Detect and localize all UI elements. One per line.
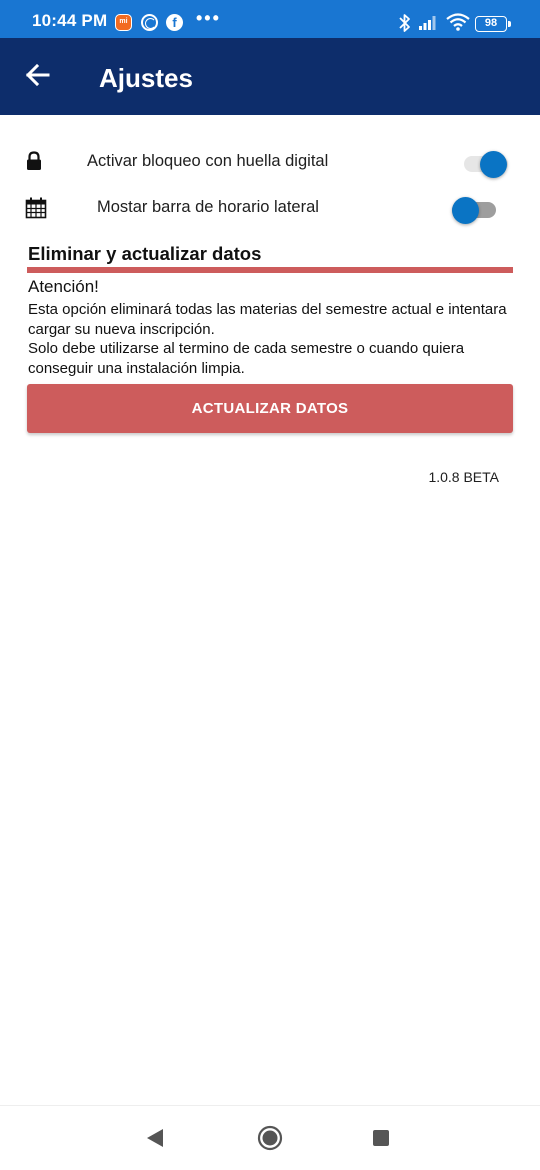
page-title: Ajustes	[99, 63, 193, 93]
facebook-icon: f	[166, 14, 183, 31]
ring-app-icon	[141, 14, 158, 31]
warning-title: Atención!	[28, 277, 99, 296]
nav-recents-icon[interactable]	[373, 1130, 389, 1146]
back-button[interactable]	[20, 57, 56, 93]
battery-icon: 98	[475, 16, 511, 32]
wifi-icon	[446, 13, 470, 31]
schedule-bar-label: Mostar barra de horario lateral	[97, 198, 319, 216]
mi-app-icon: mi	[115, 14, 132, 31]
version-label: 1.0.8 BETA	[428, 469, 499, 485]
lock-icon	[27, 151, 41, 170]
settings-screen: 10:44 PM mi f ••• 98 Ajustes Activar blo…	[0, 0, 540, 1170]
fingerprint-lock-label: Activar bloqueo con huella digital	[87, 152, 329, 170]
nav-back-icon[interactable]	[146, 1128, 164, 1148]
nav-home-icon[interactable]	[257, 1125, 283, 1151]
bluetooth-icon	[399, 14, 410, 32]
warning-line-1: Esta opción eliminará todas las materias…	[28, 301, 507, 338]
arrow-left-icon	[25, 63, 50, 87]
signal-icon	[419, 16, 436, 30]
section-divider	[27, 267, 513, 273]
fingerprint-lock-toggle[interactable]	[462, 147, 510, 178]
warning-text: Esta opción eliminará todas las materias…	[28, 300, 513, 378]
update-data-button[interactable]: ACTUALIZAR DATOS	[27, 384, 513, 433]
warning-line-2: Solo debe utilizarse al termino de cada …	[28, 340, 465, 377]
toggle-thumb	[452, 197, 479, 224]
schedule-bar-toggle[interactable]	[450, 193, 498, 224]
calendar-icon	[25, 197, 47, 219]
status-bar: 10:44 PM mi f ••• 98	[0, 0, 540, 38]
more-notifications-icon: •••	[196, 8, 221, 28]
section-title: Eliminar y actualizar datos	[28, 243, 262, 264]
app-bar: Ajustes	[0, 38, 540, 115]
schedule-bar-setting: Mostar barra de horario lateral	[0, 187, 540, 227]
toggle-thumb	[480, 151, 507, 178]
status-time: 10:44 PM	[32, 11, 108, 30]
nav-bar	[0, 1105, 540, 1170]
fingerprint-lock-setting: Activar bloqueo con huella digital	[0, 141, 540, 181]
